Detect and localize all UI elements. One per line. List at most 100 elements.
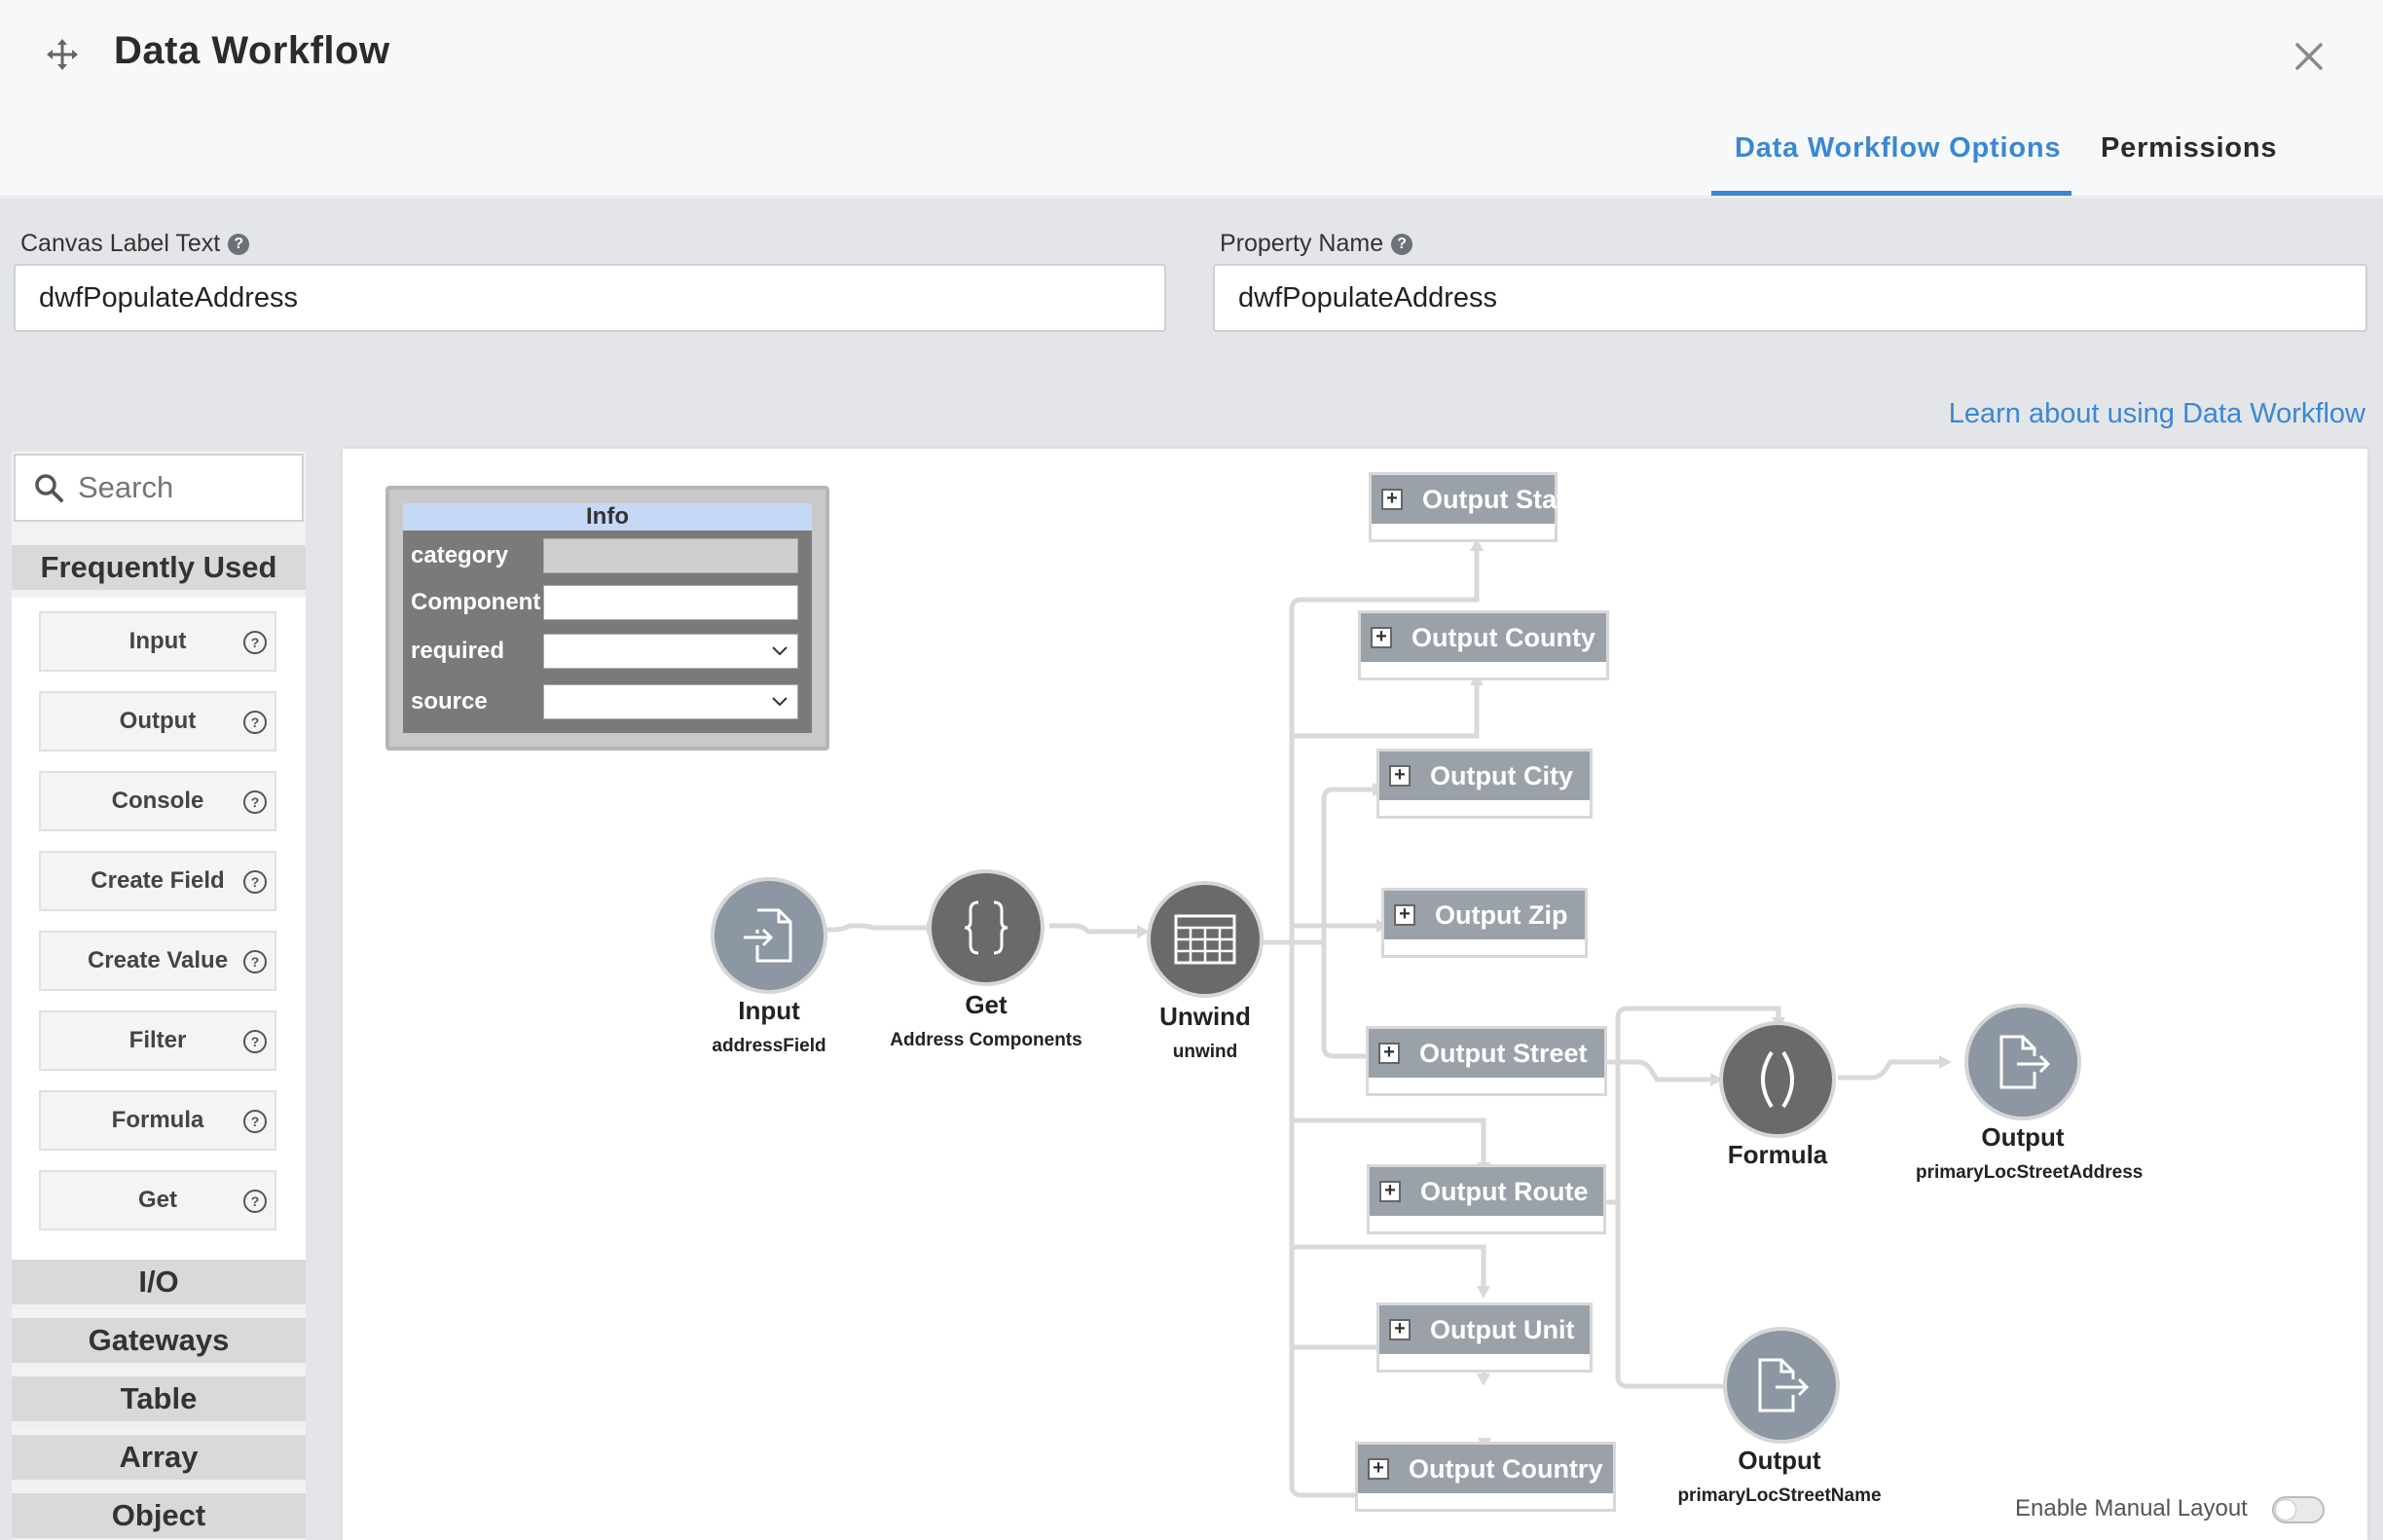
group-object[interactable]: Object [12, 1493, 306, 1540]
palette-item-get[interactable]: Get? [39, 1170, 276, 1230]
palette-item-formula[interactable]: Formula? [39, 1090, 276, 1151]
expand-icon[interactable]: + [1379, 1181, 1401, 1202]
palette-item-input[interactable]: Input? [39, 611, 276, 672]
move-icon[interactable] [45, 37, 80, 72]
expand-icon[interactable]: + [1381, 489, 1403, 510]
info-key: source [411, 688, 488, 715]
node-output-street[interactable]: + Output Street [1366, 1026, 1607, 1096]
group-gateways[interactable]: Gateways [12, 1318, 306, 1369]
help-icon[interactable]: ? [243, 790, 267, 814]
palette-item-output[interactable]: Output? [39, 691, 276, 752]
group-table[interactable]: Table [12, 1376, 306, 1427]
expand-icon[interactable]: + [1389, 765, 1411, 787]
chevron-down-icon [772, 697, 788, 707]
node-output-street-name[interactable] [1723, 1327, 1840, 1444]
search-icon [35, 474, 63, 502]
edge-street-formula [1605, 1059, 1710, 1082]
expand-icon[interactable]: + [1368, 1458, 1389, 1480]
info-panel-title: Info [403, 503, 812, 531]
node-output-country[interactable]: + Output Country [1355, 1442, 1616, 1512]
tab-permissions[interactable]: Permissions [2101, 132, 2277, 165]
help-icon[interactable]: ? [243, 870, 267, 894]
node-input[interactable] [711, 877, 827, 994]
help-icon[interactable]: ? [243, 1110, 267, 1133]
property-name-label-text: Property Name [1220, 230, 1384, 257]
palette-item-label: Create Field [91, 867, 225, 894]
curly-braces-icon [964, 900, 1008, 955]
group-frequently-used[interactable]: Frequently Used [12, 545, 306, 596]
node-output-name-title: Output [1738, 1446, 1821, 1475]
edge-formula-output-address [1838, 1059, 1939, 1081]
canvas-label-text-label: Canvas Label Text ? [20, 230, 250, 258]
node-label: Output State [1422, 485, 1580, 514]
property-name-label: Property Name ? [1220, 230, 1413, 258]
node-output-city[interactable]: + Output City [1376, 749, 1593, 819]
frequently-used-panel: Input? Output? Console? Create Field? Cr… [12, 598, 306, 1260]
required-select[interactable] [543, 634, 798, 669]
node-unwind[interactable] [1147, 881, 1264, 998]
expand-icon[interactable]: + [1394, 904, 1415, 926]
info-key: Component [411, 589, 541, 615]
node-unwind-title: Unwind [1159, 1002, 1251, 1031]
chevron-down-icon [772, 646, 788, 656]
file-import-icon [744, 908, 792, 963]
node-output-address-title: Output [1981, 1122, 2065, 1152]
node-palette-sidebar: Frequently Used Input? Output? Console? … [12, 452, 306, 1540]
node-label: Output Street [1419, 1039, 1588, 1068]
palette-item-filter[interactable]: Filter? [39, 1010, 276, 1071]
help-icon[interactable]: ? [243, 1190, 267, 1213]
learn-about-data-workflow-link[interactable]: Learn about using Data Workflow [1949, 398, 2365, 430]
node-output-zip[interactable]: + Output Zip [1381, 888, 1588, 958]
table-icon [1174, 914, 1236, 965]
enable-manual-layout-toggle[interactable] [2272, 1496, 2325, 1523]
palette-item-console[interactable]: Console? [39, 771, 276, 831]
palette-item-label: Get [137, 1187, 177, 1213]
palette-search[interactable] [14, 454, 304, 522]
expand-icon[interactable]: + [1389, 1319, 1411, 1340]
node-formula[interactable] [1719, 1021, 1836, 1138]
edge-input-get [814, 923, 927, 933]
palette-item-create-field[interactable]: Create Field? [39, 851, 276, 911]
search-input[interactable] [78, 470, 273, 505]
expand-icon[interactable]: + [1371, 627, 1392, 648]
help-icon[interactable]: ? [228, 233, 250, 255]
component-field[interactable] [543, 585, 798, 620]
palette-item-create-value[interactable]: Create Value? [39, 931, 276, 991]
node-bar [1369, 1076, 1604, 1093]
node-get[interactable] [928, 869, 1045, 986]
node-formula-title: Formula [1727, 1140, 1828, 1169]
group-array[interactable]: Array [12, 1435, 306, 1485]
source-select[interactable] [543, 684, 798, 719]
node-output-route[interactable]: + Output Route [1367, 1164, 1606, 1234]
help-icon[interactable]: ? [243, 711, 267, 734]
tab-data-workflow-options[interactable]: Data Workflow Options [1735, 132, 2061, 165]
workflow-canvas[interactable]: Info category Component required source [343, 449, 2367, 1540]
info-row-category: category [403, 532, 812, 579]
node-output-street-address[interactable] [1964, 1004, 2081, 1120]
help-icon[interactable]: ? [243, 1030, 267, 1053]
node-output-name-sub: primaryLocStreetName [1677, 1485, 1882, 1506]
toggle-knob [2276, 1500, 2295, 1520]
canvas-label-text-label-text: Canvas Label Text [20, 230, 221, 257]
palette-item-label: Formula [111, 1107, 204, 1133]
property-name-input[interactable] [1213, 264, 2367, 332]
node-bar [1361, 660, 1606, 678]
node-label: Output County [1411, 623, 1595, 652]
info-row-required: required [403, 628, 812, 675]
node-output-state[interactable]: + Output State [1369, 472, 1580, 542]
close-icon[interactable] [2291, 39, 2327, 74]
node-bar [1370, 1214, 1603, 1231]
help-icon[interactable]: ? [243, 950, 267, 973]
node-label: Output Unit [1430, 1315, 1575, 1344]
info-key: category [411, 542, 509, 568]
category-field [543, 538, 798, 573]
help-icon[interactable]: ? [1391, 233, 1413, 255]
node-output-county[interactable]: + Output County [1358, 610, 1609, 680]
canvas-label-text-input[interactable] [14, 264, 1166, 332]
help-icon[interactable]: ? [243, 631, 267, 654]
group-io[interactable]: I/O [12, 1260, 306, 1310]
info-row-source: source [403, 678, 812, 725]
node-output-unit[interactable]: + Output Unit [1376, 1302, 1593, 1373]
info-panel[interactable]: Info category Component required source [385, 486, 829, 751]
expand-icon[interactable]: + [1378, 1043, 1400, 1064]
